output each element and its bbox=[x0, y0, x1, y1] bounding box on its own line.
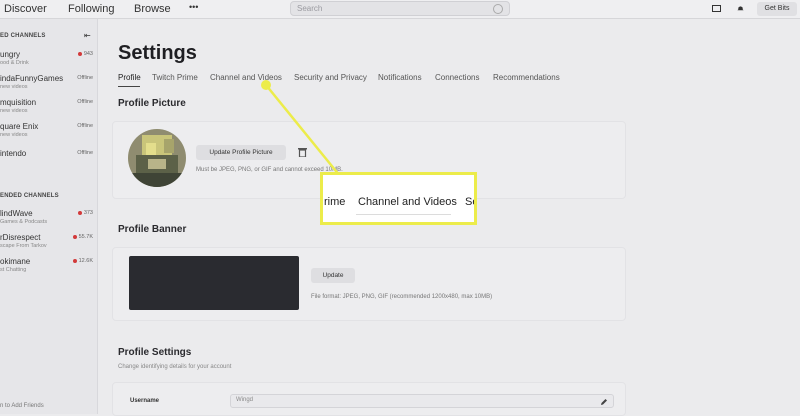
callout-underline bbox=[356, 214, 451, 215]
zoom-callout: rime Channel and Videos Se bbox=[320, 172, 477, 225]
callout-tab-channel-and-videos: Channel and Videos bbox=[358, 196, 457, 208]
callout-tab-security: Se bbox=[465, 196, 474, 208]
callout-tab-twitch-prime: rime bbox=[324, 196, 346, 208]
